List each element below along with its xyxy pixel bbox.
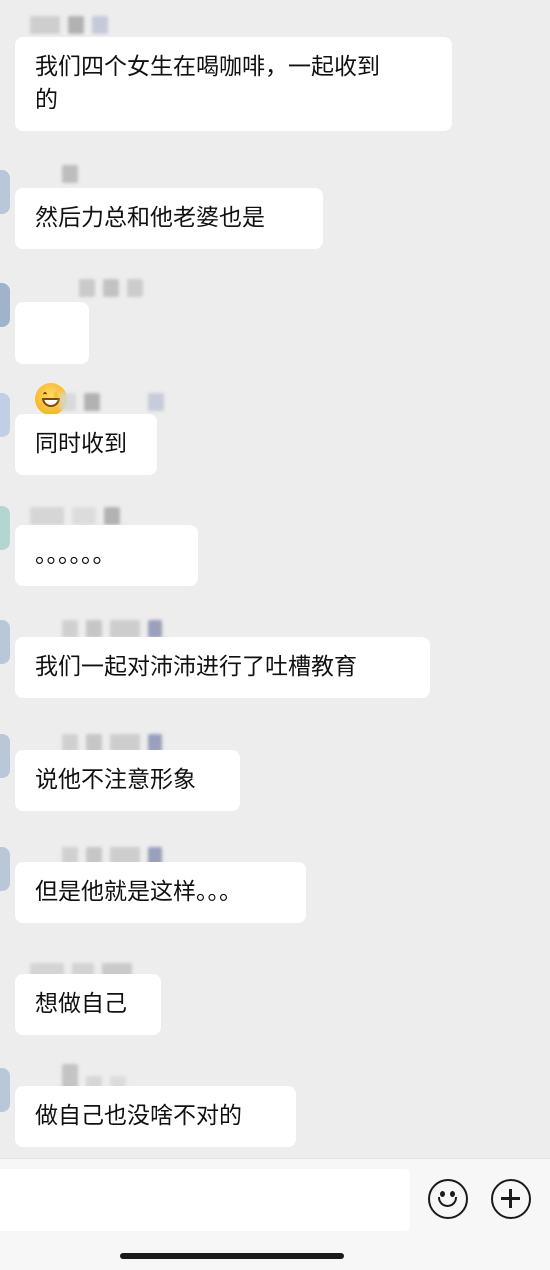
sender-name-redacted	[30, 165, 78, 183]
plus-icon[interactable]	[491, 1179, 531, 1219]
avatar[interactable]	[0, 620, 10, 664]
message-input[interactable]	[0, 1169, 410, 1231]
chat-message-list[interactable]: 我们四个女生在喝咖啡，一起收到 的 然后力总和他老婆也是 同时收到 。。。。。。…	[0, 0, 550, 1158]
message-bubble[interactable]: 但是他就是这样。。。	[15, 862, 306, 923]
avatar[interactable]	[0, 283, 10, 327]
sender-name-redacted	[30, 393, 164, 411]
message-bubble[interactable]: 然后力总和他老婆也是	[15, 188, 323, 249]
sender-name-redacted	[30, 507, 120, 525]
message-bubble[interactable]: 我们四个女生在喝咖啡，一起收到 的	[15, 37, 452, 131]
message-bubble[interactable]	[15, 302, 89, 415]
avatar[interactable]	[0, 506, 10, 550]
sender-name-redacted	[30, 620, 162, 638]
message-bubble[interactable]: 。。。。。。	[15, 525, 198, 586]
message-bubble[interactable]: 想做自己	[15, 974, 161, 1035]
message-bubble[interactable]: 做自己也没啥不对的	[15, 1086, 296, 1147]
emoji-icon[interactable]	[428, 1179, 468, 1219]
sender-name-redacted	[30, 279, 143, 297]
sender-name-redacted	[30, 1064, 126, 1094]
avatar[interactable]	[0, 734, 10, 778]
message-bubble[interactable]: 同时收到	[15, 414, 157, 475]
message-bubble[interactable]: 说他不注意形象	[15, 750, 240, 811]
avatar[interactable]	[0, 1068, 10, 1112]
avatar[interactable]	[0, 170, 10, 214]
sender-name-redacted	[30, 16, 108, 34]
avatar[interactable]	[0, 847, 10, 891]
avatar[interactable]	[0, 393, 10, 437]
message-bubble[interactable]: 我们一起对沛沛进行了吐槽教育	[15, 637, 430, 698]
home-indicator[interactable]	[120, 1253, 344, 1259]
